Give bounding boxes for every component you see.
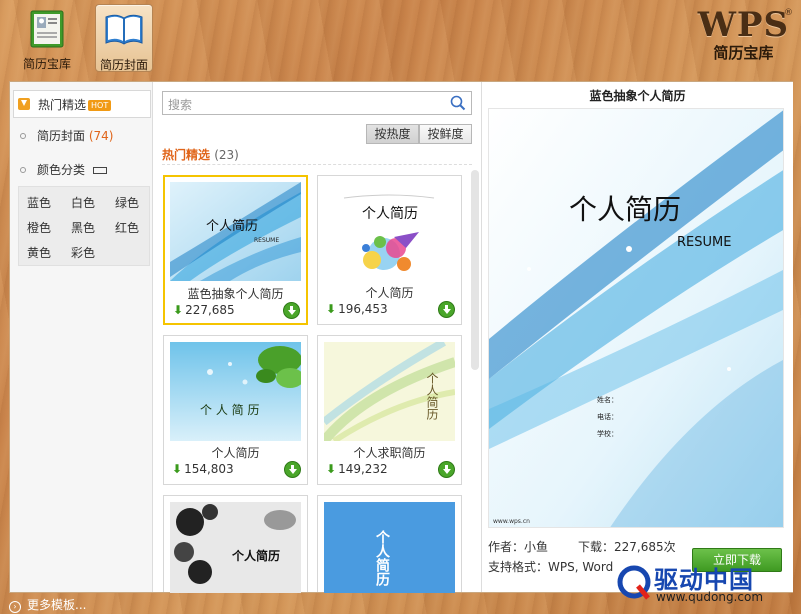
template-title: 蓝色抽象个人简历 — [187, 287, 284, 301]
preview-title: 蓝色抽象个人简历 — [589, 89, 686, 103]
sidebar-item-colors-label: 颜色分类 — [37, 163, 86, 177]
section-count: (23) — [214, 148, 239, 162]
template-thumbnail: 个人简历 — [170, 502, 301, 593]
more-templates-label: 更多模板... — [27, 598, 87, 612]
search-input[interactable]: 搜索 — [162, 91, 472, 115]
template-card[interactable]: 个人简历 个人简历 ⬇ 196,453 — [317, 175, 462, 325]
template-thumbnail: 个人简历 — [324, 182, 455, 281]
template-card[interactable]: 个人简历 个人求职简历 ⬇ 149,232 — [317, 335, 462, 485]
sidebar-item-cover-count: (74) — [88, 129, 114, 143]
sidebar-item-colors[interactable]: 颜色分类 — [13, 156, 151, 184]
template-card[interactable]: 个人简历 — [317, 495, 462, 593]
template-title: 个人求职简历 — [353, 446, 426, 460]
chevron-right-icon: › — [9, 601, 21, 613]
download-button[interactable] — [283, 302, 300, 319]
open-book-icon — [105, 14, 143, 45]
thumb-title: 个人简历 — [362, 205, 418, 222]
preview-field-name: 姓名： — [597, 395, 618, 404]
preview-sub: RESUME — [677, 235, 731, 250]
thumb-title: 个人简历 — [206, 218, 258, 234]
main-panel: 热门精选 HOT 简历封面 (74) 颜色分类 蓝色 白色 绿色 橙色 黑色 红色… — [9, 81, 793, 593]
template-thumbnail: 个人简历 — [324, 502, 455, 593]
color-swatch-icon — [93, 167, 108, 174]
color-green[interactable]: 绿色 — [115, 194, 139, 211]
thumb-title: 个 人 简 历 — [200, 403, 259, 417]
author: 作者：小鱼 — [488, 540, 549, 554]
wps-logo: WPS ® 简历宝库 — [697, 5, 793, 63]
preview-image: 个人简历 RESUME 姓名： 电话： 学校： www.wps.cn — [488, 108, 784, 528]
more-templates-link[interactable]: › 更多模板... — [9, 596, 86, 613]
nav-resume-library[interactable]: 简历宝库 — [18, 4, 76, 72]
search-icon[interactable] — [450, 95, 466, 111]
download-count: ⬇ 227,685 — [173, 303, 235, 317]
section-title-label: 热门精选 — [162, 148, 211, 162]
download-count: ⬇ 149,232 — [326, 462, 388, 476]
preview-heading: 个人简历 — [569, 193, 681, 226]
logo-registered: ® — [784, 8, 793, 18]
resume-book-icon — [30, 10, 64, 48]
supported-formats: 支持格式：WPS, Word — [488, 560, 614, 574]
watermark-url: www.qudong.com — [656, 590, 764, 604]
divider — [162, 164, 472, 165]
template-card[interactable]: 个 人 简 历 个人简历 ⬇ 154,803 — [163, 335, 308, 485]
template-thumbnail: 个 人 简 历 — [170, 342, 301, 441]
watermark-logo-icon — [617, 565, 651, 600]
preview-field-school: 学校： — [597, 429, 618, 438]
download-arrow-icon: ⬇ — [173, 303, 184, 317]
download-total: 下载：227,685次 — [578, 540, 676, 554]
sidebar-item-hot[interactable]: 热门精选 HOT — [13, 90, 151, 118]
watermark: 驱动中国 www.qudong.com — [614, 560, 801, 614]
thumb-sub: RESUME — [254, 237, 279, 244]
sort-by-fresh-button[interactable]: 按鲜度 — [419, 124, 472, 144]
template-thumbnail: 个人简历 RESUME — [170, 182, 301, 281]
color-yellow[interactable]: 黄色 — [27, 244, 51, 261]
download-button[interactable] — [284, 461, 301, 478]
color-multi[interactable]: 彩色 — [71, 244, 95, 261]
download-button[interactable] — [438, 461, 455, 478]
thumb-title: 个人简历 — [374, 529, 391, 587]
download-button[interactable] — [438, 301, 455, 318]
color-grid: 蓝色 白色 绿色 橙色 黑色 红色 黄色 彩色 — [18, 186, 150, 266]
preview-panel: 蓝色抽象个人简历 个人简历 RESUME 姓名： 电话： 学校： www.wps… — [481, 82, 793, 592]
thumb-title: 个人简历 — [231, 548, 280, 563]
nav-resume-library-label: 简历宝库 — [22, 57, 71, 71]
preview-field-phone: 电话： — [597, 412, 618, 421]
nav-resume-cover-label: 简历封面 — [99, 58, 148, 72]
logo-subtitle: 简历宝库 — [713, 44, 774, 62]
sort-by-hot-button[interactable]: 按热度 — [366, 124, 419, 144]
category-sidebar: 热门精选 HOT 简历封面 (74) 颜色分类 蓝色 白色 绿色 橙色 黑色 红色… — [10, 82, 153, 592]
logo-text: WPS — [697, 5, 789, 45]
color-red[interactable]: 红色 — [115, 219, 139, 236]
hot-badge: HOT — [88, 100, 112, 111]
download-arrow-icon: ⬇ — [172, 462, 183, 476]
sidebar-item-cover-label: 简历封面 — [37, 129, 86, 143]
preview-site: www.wps.cn — [493, 518, 530, 525]
color-blue[interactable]: 蓝色 — [27, 194, 51, 211]
color-black[interactable]: 黑色 — [71, 219, 95, 236]
top-bar: 简历宝库 简历封面 WPS ® 简历宝库 — [0, 0, 801, 78]
nav-resume-cover[interactable]: 简历封面 — [95, 4, 153, 72]
sidebar-item-hot-label: 热门精选 — [38, 98, 87, 112]
template-title: 个人简历 — [365, 286, 414, 300]
search-placeholder: 搜索 — [168, 98, 193, 112]
download-arrow-icon: ⬇ — [326, 302, 337, 316]
color-orange[interactable]: 橙色 — [27, 219, 51, 236]
thumb-title: 个人简历 — [425, 372, 439, 421]
download-count: ⬇ 154,803 — [172, 462, 234, 476]
template-list: 搜索 按热度 按鲜度 热门精选 (23) 个人简历 RESUME 蓝色抽象个人简… — [154, 82, 480, 593]
bullet-icon — [20, 167, 26, 173]
hot-star-icon — [18, 98, 30, 110]
download-count: ⬇ 196,453 — [326, 302, 388, 316]
template-thumbnail: 个人简历 — [324, 342, 455, 441]
color-white[interactable]: 白色 — [71, 194, 95, 211]
template-card[interactable]: 个人简历 RESUME 蓝色抽象个人简历 ⬇ 227,685 — [163, 175, 308, 325]
bullet-icon — [20, 133, 26, 139]
download-arrow-icon: ⬇ — [326, 462, 337, 476]
template-card[interactable]: 个人简历 — [163, 495, 308, 593]
list-scrollbar[interactable] — [471, 170, 479, 370]
template-title: 个人简历 — [211, 446, 260, 460]
sidebar-item-cover[interactable]: 简历封面 (74) — [13, 122, 151, 150]
section-title: 热门精选 (23) — [162, 146, 239, 163]
